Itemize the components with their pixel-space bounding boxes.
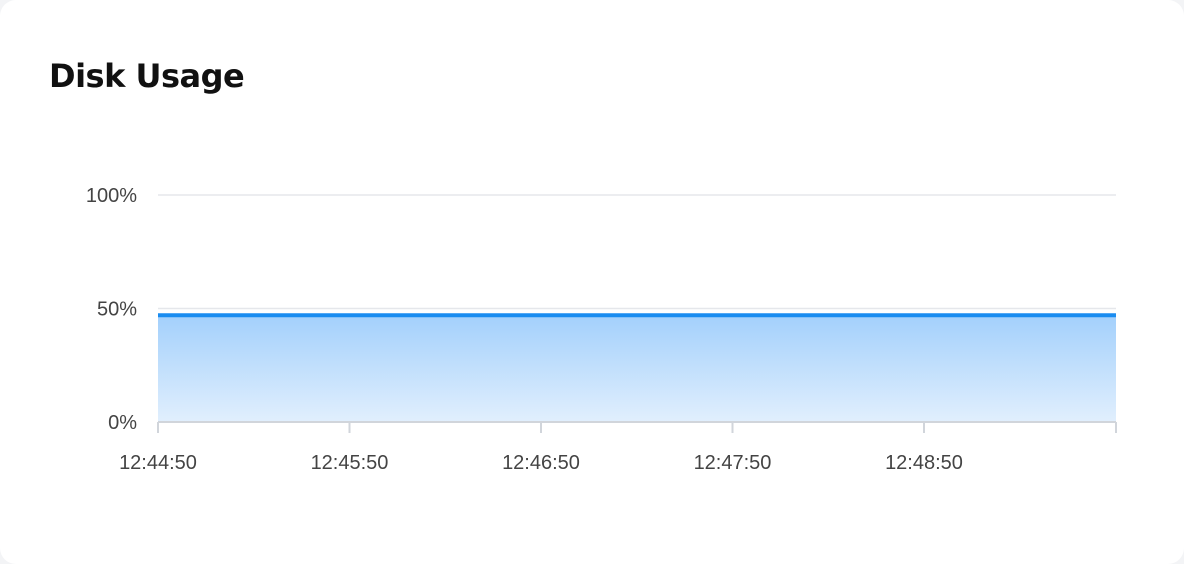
x-tick-label: 12:44:50 — [119, 452, 197, 474]
x-tick-label: 12:48:50 — [885, 452, 963, 474]
x-tick-label: 12:45:50 — [311, 452, 389, 474]
disk-usage-chart: 0% 50% 100% 12:44:50 12:45:50 12:46:50 12:47:5… — [86, 185, 1117, 474]
disk-usage-area — [158, 315, 1116, 422]
y-tick-label: 100% — [86, 185, 137, 207]
disk-usage-card: Disk Usage 0% 50% 100% 12:44:50 12:45:50 12:4… — [0, 0, 1184, 564]
y-tick-label: 50% — [97, 299, 137, 321]
y-tick-label: 0% — [108, 412, 137, 434]
x-tick-label: 12:46:50 — [502, 452, 580, 474]
x-tick-label: 12:47:50 — [694, 452, 772, 474]
